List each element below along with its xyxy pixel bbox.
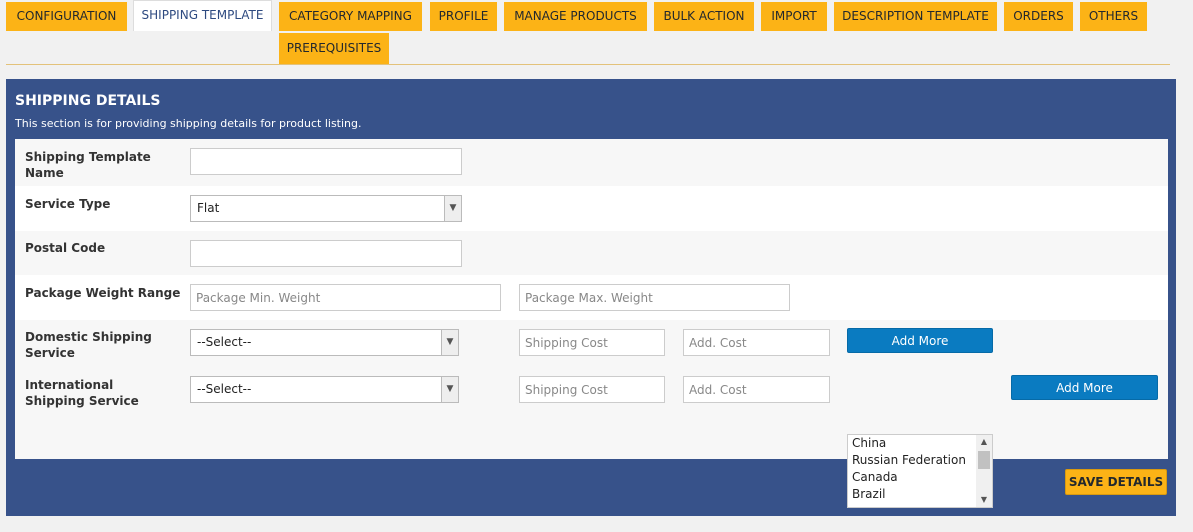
- postal-code-label: Postal Code: [25, 241, 106, 255]
- tab-description-template[interactable]: DESCRIPTION TEMPLATE: [834, 2, 997, 31]
- shipping-details-panel: SHIPPING DETAILS This section is for pro…: [6, 79, 1176, 516]
- international-add-more-button[interactable]: Add More: [1011, 375, 1158, 400]
- country-listbox[interactable]: China Russian Federation Canada Brazil ▲…: [847, 434, 993, 508]
- domestic-service-select[interactable]: --Select-- ▼: [190, 329, 459, 356]
- country-option[interactable]: Canada: [848, 469, 992, 486]
- listbox-scrollbar[interactable]: ▲ ▼: [976, 435, 992, 507]
- country-option[interactable]: Brazil: [848, 486, 992, 503]
- save-details-button[interactable]: SAVE DETAILS: [1065, 469, 1167, 495]
- chevron-down-icon: ▼: [441, 377, 458, 402]
- tab-configuration[interactable]: CONFIGURATION: [6, 2, 127, 31]
- chevron-down-icon: ▼: [441, 330, 458, 355]
- international-shipping-label: International Shipping Service: [25, 378, 139, 408]
- international-shipping-row: International Shipping Service --Select-…: [15, 367, 1168, 459]
- international-add-cost-input[interactable]: [683, 376, 830, 403]
- section-description: This section is for providing shipping d…: [15, 117, 362, 130]
- domestic-add-cost-input[interactable]: [683, 329, 830, 356]
- tab-category-mapping[interactable]: CATEGORY MAPPING: [279, 2, 422, 31]
- template-name-row: Shipping Template Name: [15, 139, 1168, 186]
- tab-others[interactable]: OTHERS: [1080, 2, 1147, 31]
- tab-profile[interactable]: PROFILE: [430, 2, 497, 31]
- tab-divider: [6, 64, 1170, 65]
- service-type-select[interactable]: Flat ▼: [190, 195, 462, 222]
- scrollbar-thumb[interactable]: [978, 451, 990, 469]
- country-option[interactable]: China: [848, 435, 992, 452]
- section-title: SHIPPING DETAILS: [15, 93, 161, 109]
- service-type-value: Flat: [197, 201, 220, 215]
- chevron-down-icon: ▼: [444, 196, 461, 221]
- postal-code-input[interactable]: [190, 240, 462, 267]
- international-service-value: --Select--: [197, 382, 252, 396]
- weight-range-row: Package Weight Range: [15, 275, 1168, 320]
- template-name-label: Shipping Template Name: [25, 150, 151, 180]
- shipping-form: Shipping Template Name Service Type Flat…: [15, 139, 1168, 508]
- country-option[interactable]: Russian Federation: [848, 452, 992, 469]
- domestic-shipping-cost-input[interactable]: [519, 329, 665, 356]
- tab-manage-products[interactable]: MANAGE PRODUCTS: [504, 2, 647, 31]
- service-type-row: Service Type Flat ▼: [15, 186, 1168, 231]
- weight-range-label: Package Weight Range: [25, 286, 181, 300]
- domestic-service-value: --Select--: [197, 335, 252, 349]
- chevron-down-icon[interactable]: ▼: [976, 493, 992, 507]
- international-service-select[interactable]: --Select-- ▼: [190, 376, 459, 403]
- min-weight-input[interactable]: [190, 284, 501, 311]
- tab-shipping-template[interactable]: SHIPPING TEMPLATE: [133, 0, 272, 31]
- international-shipping-cost-input[interactable]: [519, 376, 665, 403]
- domestic-shipping-label: Domestic Shipping Service: [25, 330, 152, 360]
- tab-bulk-action[interactable]: BULK ACTION: [654, 2, 754, 31]
- tab-prerequisites[interactable]: PREREQUISITES: [279, 33, 389, 64]
- service-type-label: Service Type: [25, 197, 111, 211]
- template-name-input[interactable]: [190, 148, 462, 175]
- max-weight-input[interactable]: [519, 284, 790, 311]
- tab-import[interactable]: IMPORT: [761, 2, 827, 31]
- domestic-shipping-row: Domestic Shipping Service --Select-- ▼ A…: [15, 320, 1168, 367]
- tab-orders[interactable]: ORDERS: [1004, 2, 1073, 31]
- domestic-add-more-button[interactable]: Add More: [847, 328, 993, 353]
- chevron-up-icon[interactable]: ▲: [976, 435, 992, 449]
- postal-code-row: Postal Code: [15, 231, 1168, 275]
